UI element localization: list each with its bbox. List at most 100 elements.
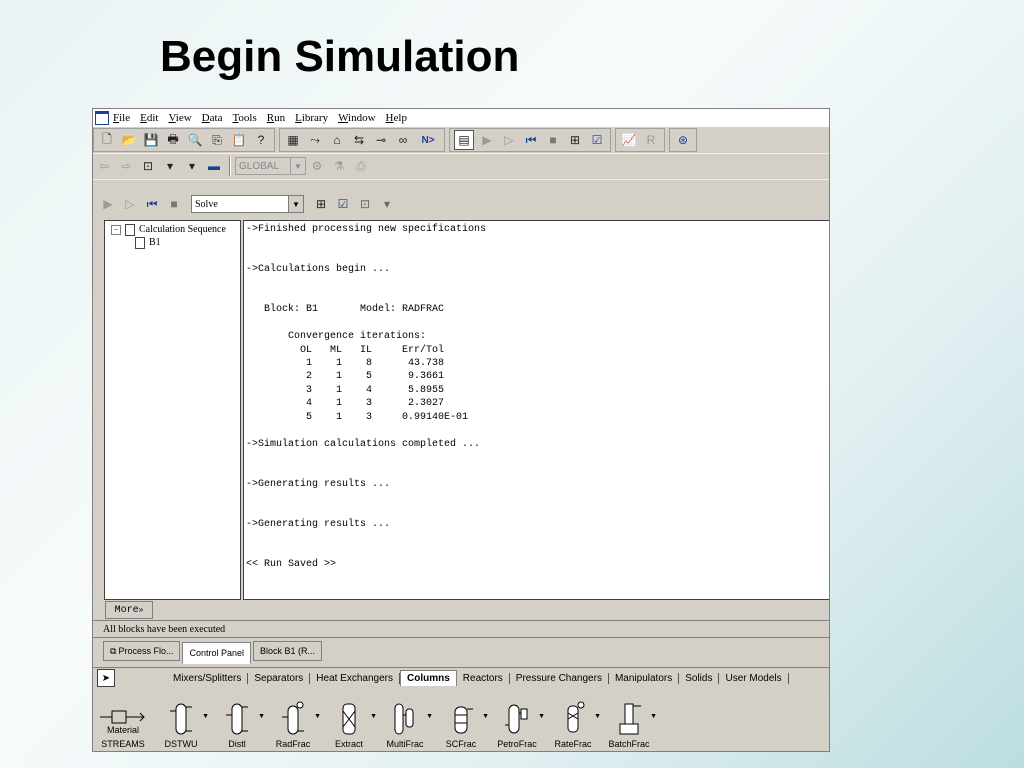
cp-check-icon[interactable]: ⊞ <box>312 195 330 213</box>
tools-menu-icon[interactable]: ▾ <box>183 157 201 175</box>
column-icon <box>170 703 192 735</box>
blocks-icon[interactable]: ⌂ <box>328 131 346 149</box>
print-section-icon[interactable]: ⎙ <box>352 157 370 175</box>
model-extract[interactable]: Extract ▼ <box>321 693 377 749</box>
cp-stop-icon[interactable]: ■ <box>165 195 183 213</box>
model-scfrac[interactable]: SCFrac ▼ <box>433 693 489 749</box>
check-results-icon[interactable]: ⊞ <box>566 131 584 149</box>
chevron-down-icon[interactable]: ▼ <box>538 713 545 720</box>
menu-run[interactable]: Run <box>267 112 285 124</box>
model-batchfrac[interactable]: BatchFrac ▼ <box>601 693 657 749</box>
cp-reinitialize-icon[interactable]: ⏮ <box>143 195 161 213</box>
libtab-reactors[interactable]: Reactors <box>457 672 510 684</box>
paste-icon[interactable]: 📋 <box>230 131 248 149</box>
global-combo[interactable]: GLOBAL ▼ <box>235 157 306 175</box>
menu-window[interactable]: Window <box>338 112 375 124</box>
model-dstwu[interactable]: DSTWU ▼ <box>153 693 209 749</box>
libtab-mixers-splitters[interactable]: Mixers/Splitters <box>167 672 249 684</box>
material-streams-button[interactable]: Material STREAMS <box>93 693 153 749</box>
slide-title: Begin Simulation <box>160 32 520 81</box>
pointer-icon[interactable]: ➤ <box>97 669 115 687</box>
menu-file[interactable]: File <box>113 112 130 124</box>
model-label: Extract <box>334 739 363 749</box>
tab-control-panel[interactable]: Control Panel <box>182 642 251 664</box>
more-button[interactable]: More » <box>105 601 153 619</box>
tree-child[interactable]: B1 <box>105 236 240 249</box>
menu-library[interactable]: Library <box>295 112 328 124</box>
chevron-down-icon[interactable]: ▼ <box>314 713 321 720</box>
model-petrofrac[interactable]: PetroFrac ▼ <box>489 693 545 749</box>
save-icon[interactable]: 💾 <box>142 131 160 149</box>
results-icon[interactable]: ☑ <box>588 131 606 149</box>
copy-icon[interactable]: ⎘ <box>208 131 226 149</box>
utilities-icon[interactable]: ⇆ <box>350 131 368 149</box>
model-distl[interactable]: Distl ▼ <box>209 693 265 749</box>
menu-edit[interactable]: Edit <box>140 112 158 124</box>
model-multifrac[interactable]: MultiFrac ▼ <box>377 693 433 749</box>
solve-combo[interactable]: Solve ▼ <box>191 195 304 213</box>
reinitialize-icon[interactable]: ⏮ <box>522 131 540 149</box>
chevron-down-icon[interactable]: ▼ <box>650 713 657 720</box>
menu-help[interactable]: Help <box>386 112 407 124</box>
model-library-icon[interactable]: ⊛ <box>674 131 692 149</box>
glasses-icon[interactable]: ∞ <box>394 131 412 149</box>
plot-icon[interactable]: 📈 <box>620 131 638 149</box>
tab-block-b1-label: Block B1 (R... <box>260 646 316 656</box>
tab-process-flowsheet-label: Process Flo... <box>118 646 174 656</box>
run-icon[interactable]: ▶ <box>478 131 496 149</box>
tree-root[interactable]: − Calculation Sequence <box>105 223 240 236</box>
cp-run-icon[interactable]: ▶ <box>99 195 117 213</box>
chevron-down-icon: ▼ <box>290 158 305 174</box>
libtab-manipulators[interactable]: Manipulators <box>609 672 680 684</box>
model-ratefrac[interactable]: RateFrac ▼ <box>545 693 601 749</box>
data-browser-icon[interactable]: ▦ <box>284 131 302 149</box>
hierarchy-icon[interactable]: ⚗ <box>330 157 348 175</box>
new-icon[interactable]: 🗋 <box>98 131 116 149</box>
streams-bottom-label: STREAMS <box>101 739 145 749</box>
stop-icon[interactable]: ■ <box>544 131 562 149</box>
cp-section-icon[interactable]: ⊡ <box>356 195 374 213</box>
chevron-down-icon[interactable]: ▼ <box>258 713 265 720</box>
cp-results-icon[interactable]: ☑ <box>334 195 352 213</box>
libtab-user-models[interactable]: User Models <box>719 672 789 684</box>
flowsheet-icon[interactable]: ⊡ <box>139 157 157 175</box>
chevron-down-icon[interactable]: ▼ <box>594 713 601 720</box>
tab-block-b1[interactable]: Block B1 (R... <box>253 641 323 661</box>
units-icon[interactable]: ▬ <box>205 157 223 175</box>
section-menu-icon[interactable]: ▾ <box>161 157 179 175</box>
open-icon[interactable]: 📂 <box>120 131 138 149</box>
libtab-separators[interactable]: Separators <box>248 672 311 684</box>
libtab-solids[interactable]: Solids <box>679 672 720 684</box>
chevron-down-icon[interactable]: ▼ <box>370 713 377 720</box>
streams-icon[interactable]: ⤳ <box>306 131 324 149</box>
section-back-icon[interactable]: ⇦ <box>95 157 113 175</box>
menu-tools[interactable]: Tools <box>232 112 256 124</box>
step-icon[interactable]: ▷ <box>500 131 518 149</box>
flowsheet-section-icon[interactable]: ⚙ <box>308 157 326 175</box>
print-preview-icon[interactable]: 🔍 <box>186 131 204 149</box>
control-panel-icon[interactable]: ▤ <box>454 130 474 150</box>
chevron-down-icon[interactable]: ▼ <box>482 713 489 720</box>
pv-icon[interactable]: R <box>642 131 660 149</box>
log-text: ->Finished processing new specifications… <box>246 224 487 571</box>
collapse-icon[interactable]: − <box>111 224 121 235</box>
model-radfrac[interactable]: RadFrac ▼ <box>265 693 321 749</box>
menu-data[interactable]: Data <box>202 112 223 124</box>
more-label: More <box>114 604 139 616</box>
column-icon <box>567 701 585 733</box>
menu-view[interactable]: View <box>168 112 191 124</box>
cp-step-icon[interactable]: ▷ <box>121 195 139 213</box>
tab-process-flowsheet[interactable]: ⧉ Process Flo... <box>103 641 181 661</box>
connect-icon[interactable]: ⊸ <box>372 131 390 149</box>
help-pointer-icon[interactable]: ? <box>252 131 270 149</box>
chevron-down-icon[interactable]: ▼ <box>426 713 433 720</box>
print-icon[interactable]: 🖶 <box>164 131 182 149</box>
libtab-pressure-changers[interactable]: Pressure Changers <box>510 672 609 684</box>
cp-tools-icon[interactable]: ▾ <box>378 195 396 213</box>
next-button[interactable]: N> <box>416 131 440 149</box>
libtab-heat-exchangers[interactable]: Heat Exchangers <box>310 672 400 684</box>
libtab-columns[interactable]: Columns <box>400 670 457 686</box>
section-forward-icon[interactable]: ⇨ <box>117 157 135 175</box>
chevron-down-icon[interactable]: ▼ <box>202 713 209 720</box>
flowsheet-window-icon: ⧉ <box>110 645 117 656</box>
